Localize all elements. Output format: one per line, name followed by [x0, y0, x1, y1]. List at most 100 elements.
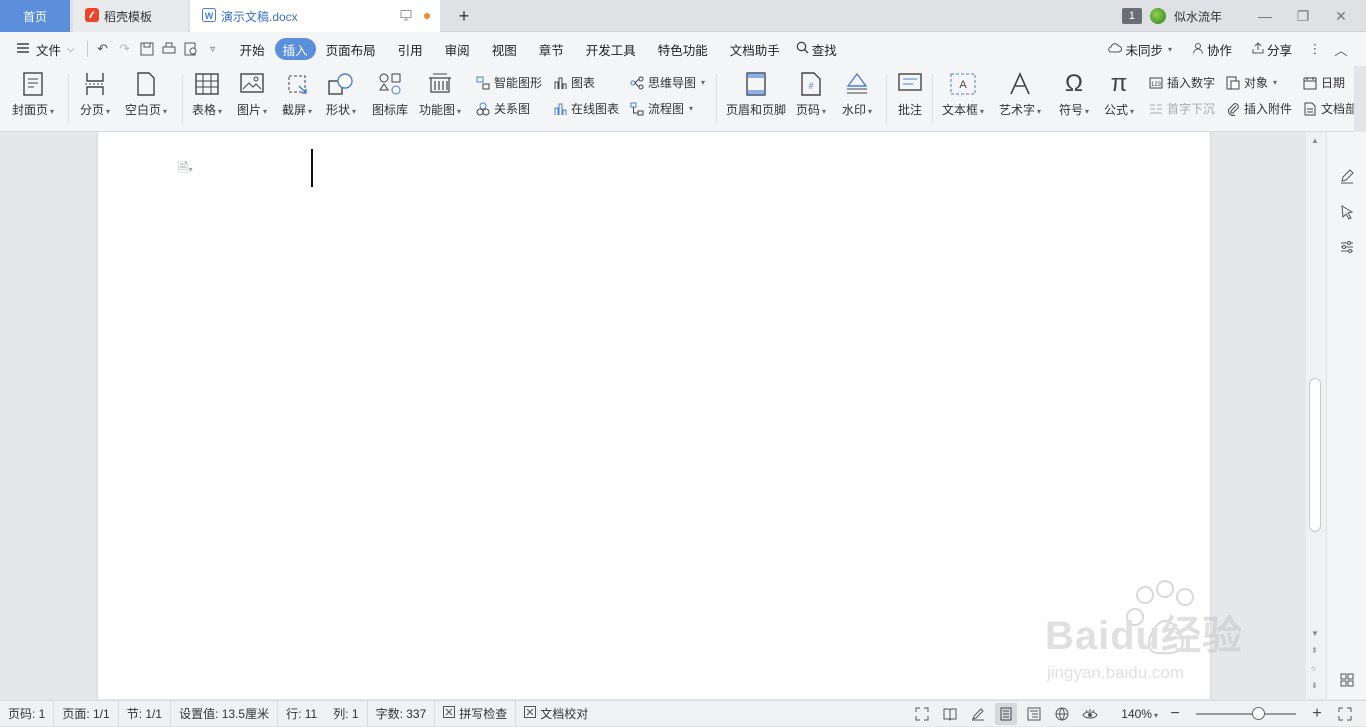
flow-chart-button[interactable]: 流程图 ▾ [629, 100, 693, 117]
drop-cap-button[interactable]: 首字下沉 [1148, 100, 1215, 117]
chart-button[interactable]: 图表 [552, 74, 595, 91]
ribbon-scroll[interactable] [1354, 66, 1366, 132]
restore-icon[interactable]: ❐ [1288, 8, 1318, 25]
doc-part-button[interactable]: 文档部 [1302, 100, 1357, 117]
prev-page-icon[interactable]: ⇞ [1311, 646, 1318, 655]
zoom-level[interactable]: 140% ▾ [1121, 707, 1158, 721]
status-page[interactable]: 页面: 1/1 [53, 700, 117, 727]
status-word-count[interactable]: 字数: 337 [366, 700, 435, 727]
status-section[interactable]: 节: 1/1 [117, 700, 170, 727]
page-break-button[interactable]: 分页 ▾ [80, 70, 110, 118]
menu-tab-features[interactable]: 特色功能 [650, 38, 716, 60]
tab-home[interactable]: 首页 [0, 0, 70, 32]
menu-tab-developer[interactable]: 开发工具 [578, 38, 644, 60]
online-chart-button[interactable]: 在线图表 [552, 100, 619, 117]
screenshot-button[interactable]: 截屏 ▾ [282, 70, 312, 118]
object-button[interactable]: 对象 ▾ [1225, 74, 1277, 91]
menu-tab-home[interactable]: 开始 [232, 38, 273, 60]
menu-tab-layout[interactable]: 页面布局 [318, 38, 384, 60]
text-box-button[interactable]: A 文本框 ▾ [942, 70, 984, 118]
date-button[interactable]: 日期 [1302, 74, 1345, 91]
menu-tab-review[interactable]: 审阅 [437, 38, 478, 60]
more-options-icon[interactable]: ⋮ [1304, 38, 1326, 60]
page-number-button[interactable]: # 页码 ▾ [796, 70, 826, 118]
collapse-ribbon-icon[interactable]: ︿ [1330, 38, 1352, 60]
monitor-icon[interactable] [400, 9, 412, 24]
browse-object-icon[interactable]: ○ [1311, 664, 1316, 673]
spell-check-button[interactable]: 拼写检查 [434, 700, 515, 727]
menu-tab-references[interactable]: 引用 [390, 38, 431, 60]
picture-button[interactable]: 图片 ▾ [237, 70, 267, 118]
unsaved-dot-icon[interactable] [424, 13, 430, 19]
status-position[interactable]: 设置值: 13.5厘米 [170, 700, 277, 727]
insert-number-button[interactable]: 123 插入数字 [1148, 74, 1215, 91]
avatar[interactable] [1149, 8, 1166, 24]
function-chart-button[interactable]: 功能图 ▾ [419, 70, 461, 118]
print-preview-icon[interactable] [180, 38, 202, 60]
relation-chart-button[interactable]: 关系图 [475, 100, 530, 117]
formula-button[interactable]: π 公式 ▾ [1104, 70, 1134, 118]
minimize-icon[interactable]: — [1250, 8, 1280, 24]
close-icon[interactable]: ✕ [1326, 8, 1356, 25]
smart-art-button[interactable]: 智能图形 [475, 74, 542, 91]
settings-sliders-icon[interactable] [1337, 237, 1357, 257]
scroll-down-icon[interactable]: ▼ [1311, 629, 1319, 638]
tab-template[interactable]: 稻壳模板 [73, 0, 188, 32]
page-view-icon[interactable] [995, 703, 1018, 725]
header-footer-button[interactable]: 页眉和页脚 [726, 70, 786, 118]
outline-view-icon[interactable] [1023, 703, 1045, 725]
pen-icon[interactable] [1337, 166, 1357, 186]
shape-button[interactable]: 形状 ▾ [326, 70, 356, 118]
doc-proof-button[interactable]: 文档校对 [515, 700, 596, 727]
redo-icon[interactable]: ↷ [114, 38, 136, 60]
username[interactable]: 似水流年 [1174, 8, 1222, 25]
fullscreen-icon[interactable] [911, 703, 933, 725]
status-col[interactable]: 列: 1 [325, 701, 366, 727]
web-view-icon[interactable] [1051, 703, 1073, 725]
sync-button[interactable]: 未同步 ▾ [1100, 38, 1180, 60]
menu-tab-assistant[interactable]: 文档助手 [722, 38, 788, 60]
scroll-thumb[interactable] [1309, 378, 1321, 532]
zoom-out-icon[interactable]: − [1164, 703, 1186, 725]
watermark-button[interactable]: 水印 ▾ [842, 70, 872, 118]
reading-mode-icon[interactable] [939, 703, 961, 725]
symbol-button[interactable]: Ω 符号 ▾ [1059, 70, 1089, 118]
mind-map-button[interactable]: 思维导图 ▾ [629, 74, 705, 91]
new-tab-button[interactable]: + [452, 4, 476, 28]
attachment-button[interactable]: 插入附件 [1225, 100, 1292, 117]
print-icon[interactable] [158, 38, 180, 60]
menu-tab-view[interactable]: 视图 [484, 38, 525, 60]
search-button[interactable]: 查找 [788, 38, 845, 60]
menu-tab-insert[interactable]: 插入 [274, 38, 316, 60]
zoom-slider[interactable] [1196, 707, 1296, 720]
eye-protection-icon[interactable] [1079, 703, 1101, 725]
share-button[interactable]: 分享 [1244, 38, 1300, 60]
file-menu[interactable]: 文件 ⌵ [8, 38, 83, 60]
tab-document[interactable]: W 演示文稿.docx [190, 0, 440, 32]
status-row[interactable]: 行: 11 [277, 700, 325, 727]
grid-apps-icon[interactable] [1337, 670, 1357, 690]
customize-dropdown-icon[interactable]: ▿ [202, 38, 224, 60]
blank-page-button[interactable]: 空白页 ▾ [125, 70, 167, 118]
collab-button[interactable]: 协作 [1184, 38, 1240, 60]
word-art-button[interactable]: 艺术字 ▾ [999, 70, 1041, 118]
write-mode-icon[interactable] [967, 703, 989, 725]
paragraph-options-icon[interactable]: 🗎▾ [178, 159, 192, 181]
scroll-up-icon[interactable]: ▲ [1311, 136, 1319, 145]
status-page-code[interactable]: 页码: 1 [0, 701, 53, 727]
table-button[interactable]: 表格 ▾ [192, 70, 222, 118]
icon-library-button[interactable]: 图标库 [372, 70, 408, 118]
menu-tab-section[interactable]: 章节 [531, 38, 572, 60]
fit-page-icon[interactable] [1334, 703, 1356, 725]
zoom-slider-knob[interactable] [1252, 707, 1265, 720]
window-count-badge[interactable]: 1 [1121, 8, 1142, 24]
save-icon[interactable] [136, 38, 158, 60]
cursor-icon[interactable] [1337, 202, 1357, 222]
document-page[interactable]: 🗎▾ [98, 132, 1210, 699]
cover-page-button[interactable]: 封面页 ▾ [12, 70, 54, 118]
zoom-in-icon[interactable]: + [1306, 703, 1328, 725]
comment-button[interactable]: 批注 [896, 70, 924, 118]
undo-icon[interactable]: ↶ [92, 38, 114, 60]
vertical-scrollbar[interactable]: ▲ ▼ ⇞ ○ ⇟ [1306, 132, 1326, 699]
next-page-icon[interactable]: ⇟ [1311, 681, 1318, 690]
